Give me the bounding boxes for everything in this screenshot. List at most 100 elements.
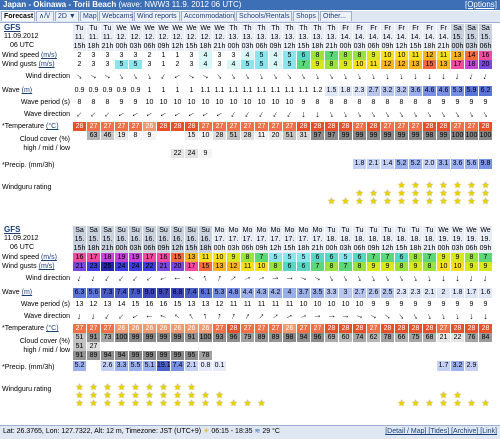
cloud-high-cell: 20: [269, 131, 282, 140]
temperature-cell: 28: [171, 122, 184, 131]
wave-height-cell: 5.6: [87, 288, 100, 298]
wave-direction-cell: ↓: [479, 110, 492, 121]
tab-4[interactable]: Webcams: [99, 11, 133, 21]
tab-6[interactable]: Accommodation: [181, 11, 235, 21]
wind-speed-cell: 5: [297, 253, 310, 262]
wind-direction-arrow-icon: ↓: [284, 276, 294, 281]
wave-period-cell: 9: [483, 99, 488, 106]
label-wave-unit[interactable]: (m): [22, 87, 33, 94]
date-cell: 17.: [311, 235, 324, 244]
label-temperature-unit[interactable]: (°C): [46, 123, 59, 130]
hour-cell: 03h: [339, 244, 352, 253]
temperature-cell: 27: [437, 324, 450, 333]
wind-direction-cell: ↓: [241, 72, 254, 83]
temperature-cell: 28: [157, 122, 170, 131]
label-wave-unit[interactable]: (m): [22, 289, 33, 296]
label-temperature-unit[interactable]: (°C): [46, 325, 59, 332]
date-cell: 12.: [143, 33, 156, 42]
wind-speed-cell: 17: [87, 253, 100, 262]
wave-height-cell: 0.9: [115, 86, 128, 96]
wind-direction-arrow-icon: ↓: [369, 274, 378, 284]
options-link[interactable]: [Options]: [465, 0, 497, 10]
wind-speed-cell: 5: [339, 253, 352, 262]
precip-cell: 1.4: [381, 159, 394, 169]
tab-8[interactable]: Shops: [293, 11, 319, 21]
rating-cell: ★: [423, 377, 436, 408]
rating-cell: [367, 377, 380, 407]
cloud-low-cell: [269, 149, 282, 158]
wind-direction-cell: ↓: [129, 72, 142, 83]
wind-gust-cell: 11: [241, 262, 254, 271]
label-wind-gusts-unit[interactable]: (m/s): [39, 263, 55, 270]
date-cell: 13.: [255, 33, 268, 42]
cloud-low-cell: [479, 351, 492, 360]
wave-height-cell: 1: [171, 86, 184, 96]
cloud-low-cell: [325, 351, 338, 360]
hour-cell: 09h: [479, 244, 492, 253]
rating-cell: [297, 175, 310, 205]
tab-2[interactable]: 2D ▼: [55, 11, 79, 21]
hour-cell: 03h: [451, 244, 464, 253]
wind-direction-arrow-icon: ↓: [187, 312, 197, 323]
date-cell: 13.: [241, 33, 254, 42]
tab-0[interactable]: Forecast: [1, 11, 35, 21]
day-cell: Sa: [479, 24, 492, 33]
footer-links-text[interactable]: [Detail / Map] [Tides] [Archive] [Link]: [385, 428, 497, 435]
model-link[interactable]: GFS: [4, 23, 20, 32]
wind-direction-arrow-icon: ↓: [454, 312, 461, 322]
wave-direction-cell: ↓: [241, 312, 254, 323]
wave-height-cell: 1.1: [213, 86, 226, 96]
wind-direction-arrow-icon: ↓: [242, 312, 252, 323]
wave-period-cell: 14: [117, 301, 126, 308]
cloud-high-cell: 98: [283, 333, 296, 342]
wind-direction-arrow-icon: ↓: [466, 110, 476, 120]
cloud-high-cell: 91: [185, 333, 198, 342]
wind-direction-cell: ↓: [283, 274, 296, 285]
tab-3[interactable]: Map: [80, 11, 98, 21]
wind-direction-cell: ↓: [115, 72, 128, 83]
label-wind-gusts-unit[interactable]: (m/s): [39, 61, 55, 68]
rating-cell: ★ ★: [451, 377, 464, 408]
cloud-high-cell: 84: [479, 333, 492, 342]
tab-7[interactable]: Schools/Rentals: [236, 11, 292, 21]
footer-links[interactable]: [Detail / Map] [Tides] [Archive] [Link]: [385, 426, 497, 438]
rating-cell: ★ ★ ★: [143, 377, 156, 408]
cloud-high-cell: 63: [87, 131, 100, 140]
wind-direction-arrow-icon: ↓: [468, 274, 475, 284]
cloud-low-cell: [213, 351, 226, 360]
hour-cell: 18h: [409, 244, 422, 253]
rating-cell: [87, 175, 100, 205]
wave-height-cell: 6.3: [73, 288, 86, 298]
tab-1[interactable]: ∧/\/: [36, 11, 54, 21]
label-wave-period: Wave period (s): [20, 99, 70, 106]
tab-5[interactable]: Wind reports: [134, 11, 180, 21]
cloud-mid-cell: [395, 342, 408, 351]
date-cell: 11.: [87, 33, 100, 42]
hour-cell: 03h: [465, 42, 478, 51]
rating-cell: ★ ★: [199, 377, 212, 408]
temperature-cell: 26: [129, 324, 142, 333]
wind-gust-cell: 10: [353, 60, 366, 69]
cloud-high-cell: 99: [353, 131, 366, 140]
temperature-cell: 28: [423, 122, 436, 131]
label-wind-speed-unit[interactable]: (m/s): [41, 52, 57, 59]
cloud-mid-cell: [339, 140, 352, 149]
wave-height-cell: 3.2: [381, 86, 394, 96]
day-cell: Su: [157, 226, 170, 235]
temperature-cell: 28: [451, 324, 464, 333]
date-cell: 19.: [451, 235, 464, 244]
model-link[interactable]: GFS: [4, 225, 20, 234]
wind-direction-arrow-icon: ↓: [369, 72, 377, 82]
label-wind-speed-unit[interactable]: (m/s): [41, 254, 57, 261]
temperature-cell: 28: [423, 324, 436, 333]
wind-direction-arrow-icon: ↓: [396, 312, 407, 322]
cloud-mid-cell: [311, 342, 324, 351]
rating-cell: [297, 377, 310, 407]
tab-9[interactable]: Other...: [320, 11, 352, 21]
wind-gust-cell: 3: [101, 60, 114, 69]
wind-direction-cell: ↓: [283, 72, 296, 83]
cloud-low-cell: [423, 149, 436, 158]
rating-star-icon: ★: [439, 196, 448, 206]
rating-cell: ★ ★ ★: [395, 175, 408, 206]
hour-cell: 18h: [297, 244, 310, 253]
